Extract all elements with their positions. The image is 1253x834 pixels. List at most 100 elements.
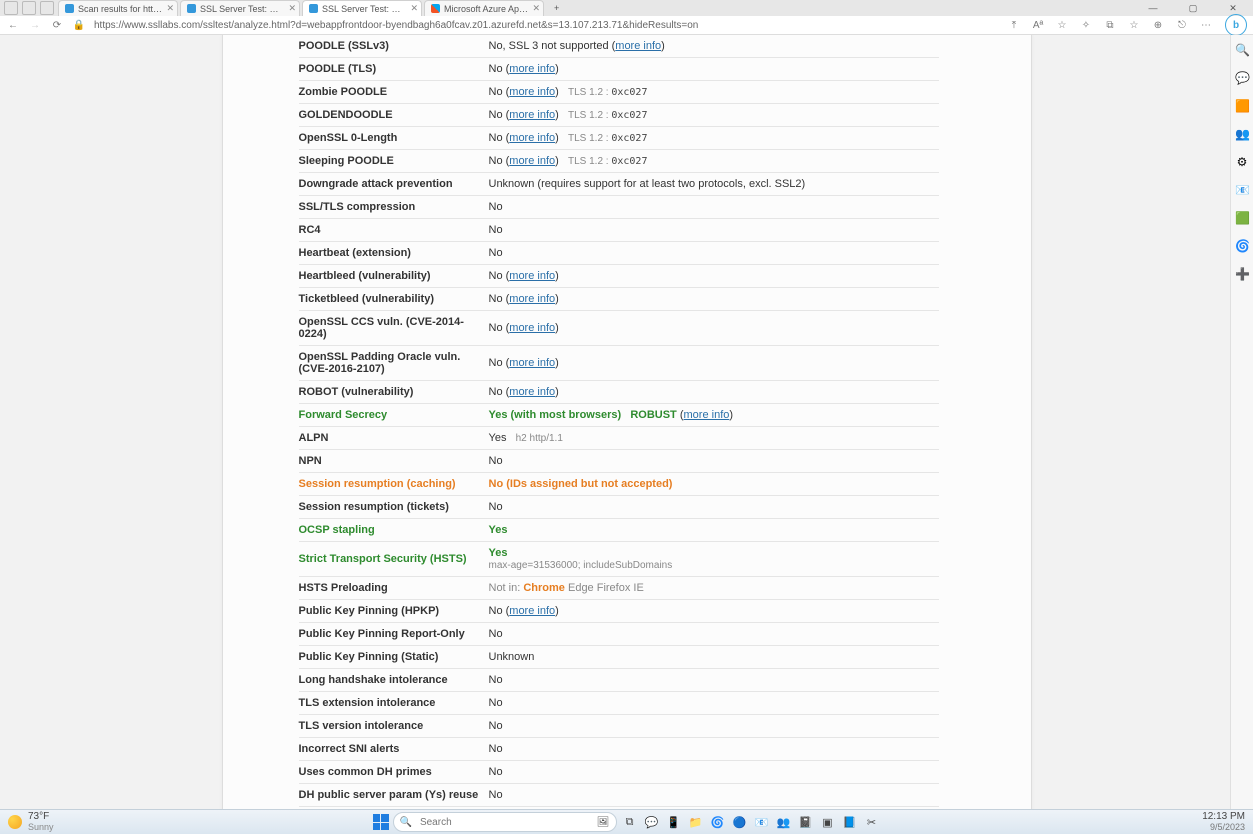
detail-label: GOLDENDOODLE bbox=[299, 104, 489, 127]
more-info-link[interactable]: more info bbox=[509, 605, 555, 617]
search-image-icon[interactable]: 🖼 bbox=[597, 817, 610, 828]
system-tray[interactable]: 12:13 PM 9/5/2023 bbox=[1202, 812, 1253, 832]
word-icon[interactable]: 📘 bbox=[841, 813, 859, 831]
detail-row: Strict Transport Security (HSTS)Yesmax-a… bbox=[299, 542, 939, 577]
toolbar-icon[interactable]: ⧉ bbox=[1103, 20, 1117, 31]
task-view-icon[interactable]: ⧉ bbox=[621, 813, 639, 831]
minimize-button[interactable]: — bbox=[1133, 3, 1173, 14]
file-explorer-icon[interactable]: 📁 bbox=[687, 813, 705, 831]
toolbar-icon[interactable]: Aª bbox=[1031, 20, 1045, 31]
tabactions-icon[interactable] bbox=[40, 1, 54, 15]
more-info-link[interactable]: more info bbox=[509, 155, 555, 167]
browser-tab[interactable]: SSL Server Test: webappfrontdo…✕ bbox=[180, 0, 300, 16]
detail-row: OpenSSL 0-LengthNo (more info) TLS 1.2 :… bbox=[299, 127, 939, 150]
back-button[interactable]: ← bbox=[6, 20, 20, 31]
detail-value: No bbox=[489, 692, 939, 715]
toolbar-icon[interactable]: ⎋ bbox=[1175, 20, 1189, 31]
detail-label: ROBOT (vulnerability) bbox=[299, 381, 489, 404]
detail-label: SSL/TLS compression bbox=[299, 196, 489, 219]
phone-link-icon[interactable]: 📱 bbox=[665, 813, 683, 831]
detail-value: No (more info) bbox=[489, 58, 939, 81]
url-input[interactable]: https://www.ssllabs.com/ssltest/analyze.… bbox=[94, 20, 999, 31]
detail-value: No, SSL 3 not supported (more info) bbox=[489, 35, 939, 58]
toolbar-icon[interactable]: ⤒ bbox=[1007, 20, 1021, 31]
detail-row: GOLDENDOODLENo (more info) TLS 1.2 : 0xc… bbox=[299, 104, 939, 127]
browser-tab[interactable]: Microsoft Azure App Service · W…✕ bbox=[424, 0, 544, 16]
detail-row: Incorrect SNI alertsNo bbox=[299, 738, 939, 761]
forward-button[interactable]: → bbox=[28, 20, 42, 31]
toolbar-icon[interactable]: ☆ bbox=[1055, 20, 1069, 31]
chrome-icon[interactable]: 🔵 bbox=[731, 813, 749, 831]
more-info-link[interactable]: more info bbox=[509, 270, 555, 282]
onenote-icon[interactable]: 📓 bbox=[797, 813, 815, 831]
detail-row: Heartbleed (vulnerability)No (more info) bbox=[299, 265, 939, 288]
sidebar-app-icon[interactable]: 💬 bbox=[1235, 71, 1249, 85]
page-viewport[interactable]: POODLE (SSLv3)No, SSL 3 not supported (m… bbox=[0, 35, 1253, 811]
detail-label: Long handshake intolerance bbox=[299, 669, 489, 692]
tab-title: Scan results for https://webapp… bbox=[78, 4, 163, 14]
more-info-link[interactable]: more info bbox=[509, 63, 555, 75]
detail-label: Heartbeat (extension) bbox=[299, 242, 489, 265]
terminal-icon[interactable]: ▣ bbox=[819, 813, 837, 831]
sidebar-app-icon[interactable]: ➕ bbox=[1235, 267, 1249, 281]
toolbar-icon[interactable]: ⋯ bbox=[1199, 20, 1213, 31]
edge-icon[interactable]: 🌀 bbox=[709, 813, 727, 831]
detail-value: No bbox=[489, 669, 939, 692]
favicon-icon bbox=[187, 4, 196, 13]
toolbar-icon[interactable]: ✧ bbox=[1079, 20, 1093, 31]
toolbar-icon[interactable]: ☆ bbox=[1127, 20, 1141, 31]
profile-icon[interactable] bbox=[4, 1, 18, 15]
outlook-icon[interactable]: 📧 bbox=[753, 813, 771, 831]
start-button[interactable] bbox=[373, 814, 389, 830]
sidebar-app-icon[interactable]: 🔍 bbox=[1235, 43, 1249, 57]
more-info-link[interactable]: more info bbox=[615, 40, 661, 52]
detail-label: Ticketbleed (vulnerability) bbox=[299, 288, 489, 311]
sidebar-app-icon[interactable]: 🟧 bbox=[1235, 99, 1249, 113]
reload-button[interactable]: ⟳ bbox=[50, 20, 64, 31]
more-info-link[interactable]: more info bbox=[509, 386, 555, 398]
new-tab-button[interactable]: + bbox=[548, 3, 565, 13]
chat-icon[interactable]: 💬 bbox=[643, 813, 661, 831]
bing-chat-button[interactable]: b bbox=[1225, 14, 1247, 36]
more-info-link[interactable]: more info bbox=[509, 357, 555, 369]
detail-value: Not in: Chrome Edge Firefox IE bbox=[489, 577, 939, 600]
sidebar-app-icon[interactable]: 🟩 bbox=[1235, 211, 1249, 225]
tab-close-button[interactable]: ✕ bbox=[288, 3, 296, 14]
more-info-link[interactable]: more info bbox=[509, 293, 555, 305]
detail-label: OpenSSL CCS vuln. (CVE-2014-0224) bbox=[299, 311, 489, 346]
tab-close-button[interactable]: ✕ bbox=[532, 3, 540, 14]
tab-close-button[interactable]: ✕ bbox=[410, 3, 418, 14]
search-icon: 🔍 bbox=[400, 817, 412, 828]
tab-close-button[interactable]: ✕ bbox=[166, 3, 174, 14]
more-info-link[interactable]: more info bbox=[509, 132, 555, 144]
more-info-link[interactable]: more info bbox=[509, 322, 555, 334]
weather-widget[interactable]: 73°F Sunny bbox=[0, 812, 54, 832]
sidebar-app-icon[interactable]: 👥 bbox=[1235, 127, 1249, 141]
detail-value: No bbox=[489, 242, 939, 265]
sidebar-app-icon[interactable]: ⚙ bbox=[1235, 155, 1249, 169]
sidebar-app-icon[interactable]: 📧 bbox=[1235, 183, 1249, 197]
detail-row: DH public server param (Ys) reuseNo bbox=[299, 784, 939, 807]
browser-tab[interactable]: SSL Server Test: webappfrontdo…✕ bbox=[302, 0, 422, 16]
detail-value: No (more info) bbox=[489, 265, 939, 288]
toolbar-icon[interactable]: ⊕ bbox=[1151, 20, 1165, 31]
detail-value: Unknown (requires support for at least t… bbox=[489, 173, 939, 196]
sidebar-app-icon[interactable]: 🌀 bbox=[1235, 239, 1249, 253]
taskbar-search[interactable]: 🔍 🖼 bbox=[393, 812, 617, 832]
taskbar-search-input[interactable] bbox=[418, 816, 591, 829]
snip-icon[interactable]: ✂ bbox=[863, 813, 881, 831]
detail-label: Downgrade attack prevention bbox=[299, 173, 489, 196]
detail-value: Yes (with most browsers) ROBUST (more in… bbox=[489, 404, 939, 427]
detail-value: No (more info) bbox=[489, 346, 939, 381]
detail-value: No (more info) TLS 1.2 : 0xc027 bbox=[489, 127, 939, 150]
detail-label: TLS version intolerance bbox=[299, 715, 489, 738]
maximize-button[interactable]: ▢ bbox=[1173, 3, 1213, 14]
workspace-icon[interactable] bbox=[22, 1, 36, 15]
more-info-link[interactable]: more info bbox=[509, 86, 555, 98]
more-info-link[interactable]: more info bbox=[684, 409, 730, 421]
more-info-link[interactable]: more info bbox=[509, 109, 555, 121]
close-window-button[interactable]: ✕ bbox=[1213, 3, 1253, 14]
browser-tab[interactable]: Scan results for https://webapp…✕ bbox=[58, 0, 178, 16]
teams-icon[interactable]: 👥 bbox=[775, 813, 793, 831]
detail-label: ALPN bbox=[299, 427, 489, 450]
